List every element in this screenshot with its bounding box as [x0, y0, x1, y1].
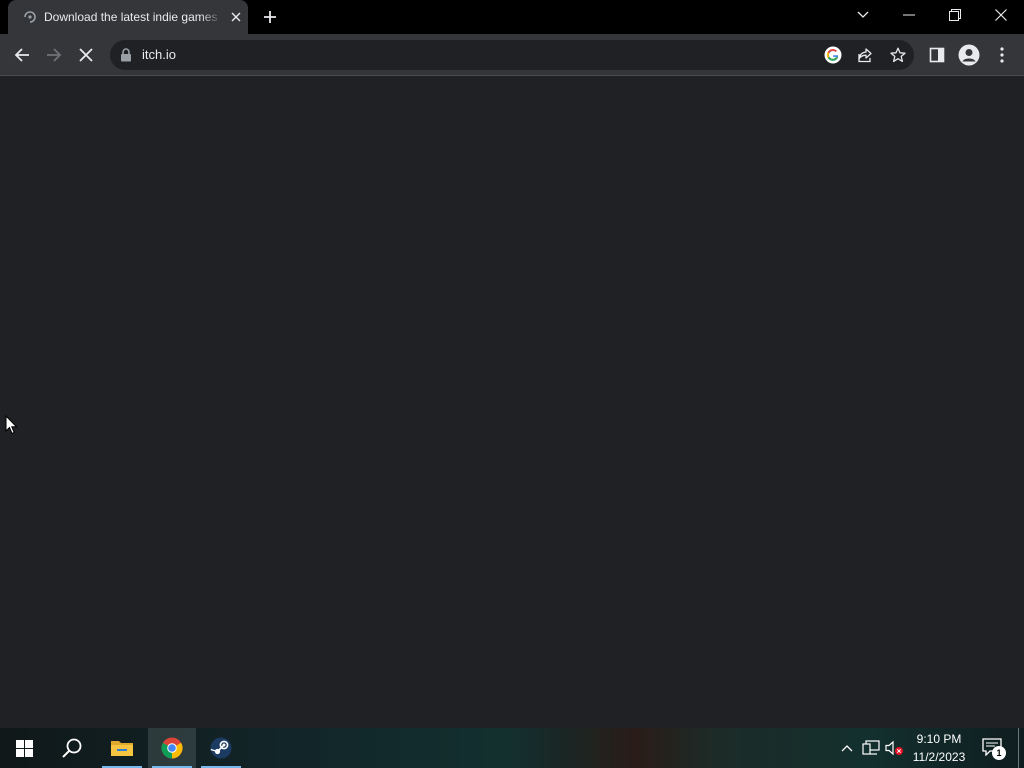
taskbar-file-explorer[interactable] [98, 728, 146, 768]
stop-loading-button[interactable] [73, 42, 99, 68]
system-clock[interactable]: 9:10 PM 11/2/2023 [906, 730, 972, 766]
tab-search-button[interactable] [840, 0, 886, 30]
google-icon[interactable] [823, 45, 843, 65]
browser-tab-active[interactable]: Download the latest indie games [8, 0, 248, 34]
show-hidden-icons-button[interactable] [837, 738, 857, 758]
network-icon [862, 740, 880, 755]
action-center-button[interactable]: 1 [980, 736, 1006, 762]
minimize-icon [903, 14, 915, 16]
show-desktop-button[interactable] [1018, 728, 1024, 768]
back-button[interactable] [9, 42, 35, 68]
side-panel-button[interactable] [924, 42, 950, 68]
chrome-menu-button[interactable] [989, 42, 1015, 68]
taskbar-chrome[interactable] [148, 728, 196, 768]
tab-close-icon[interactable] [228, 9, 244, 25]
restore-button[interactable] [932, 0, 978, 30]
close-icon [995, 9, 1007, 21]
star-icon[interactable] [888, 45, 908, 65]
volume-muted-icon [885, 740, 903, 756]
network-button[interactable] [861, 738, 881, 758]
start-button[interactable] [0, 728, 48, 768]
windows-taskbar: 9:10 PM 11/2/2023 1 [0, 728, 1024, 768]
chevron-down-icon [857, 11, 869, 18]
profile-icon [958, 44, 980, 66]
arrow-left-icon [14, 48, 29, 62]
loading-favicon-icon [22, 9, 38, 25]
page-content-area [0, 77, 1024, 728]
browser-toolbar: itch.io [0, 34, 1024, 76]
tab-strip: Download the latest indie games [0, 0, 1024, 34]
tab-title: Download the latest indie games [44, 10, 218, 24]
chrome-icon [161, 737, 183, 759]
search-button[interactable] [48, 728, 96, 768]
kebab-menu-icon [1000, 47, 1004, 63]
minimize-button[interactable] [886, 0, 932, 30]
profile-button[interactable] [956, 42, 982, 68]
forward-button[interactable] [41, 42, 67, 68]
restore-icon [949, 9, 961, 21]
side-panel-icon [929, 47, 945, 63]
arrow-right-icon [47, 48, 62, 62]
share-icon[interactable] [855, 45, 875, 65]
clock-time: 9:10 PM [916, 732, 962, 746]
address-bar[interactable]: itch.io [110, 40, 914, 70]
url-text[interactable]: itch.io [142, 47, 176, 63]
chevron-up-icon [841, 745, 853, 752]
folder-icon [111, 741, 133, 756]
close-window-button[interactable] [978, 0, 1024, 30]
lock-icon[interactable] [120, 48, 134, 62]
taskbar-steam[interactable] [197, 728, 245, 768]
stop-loading-icon [79, 48, 93, 62]
new-tab-button[interactable] [258, 5, 282, 29]
mouse-cursor-icon [5, 415, 18, 435]
notification-count-badge: 1 [992, 746, 1006, 760]
volume-button[interactable] [885, 738, 905, 758]
clock-date: 11/2/2023 [912, 750, 966, 764]
plus-icon [264, 11, 276, 23]
steam-icon [210, 737, 232, 759]
search-icon [62, 738, 82, 758]
windows-start-icon [15, 739, 33, 757]
